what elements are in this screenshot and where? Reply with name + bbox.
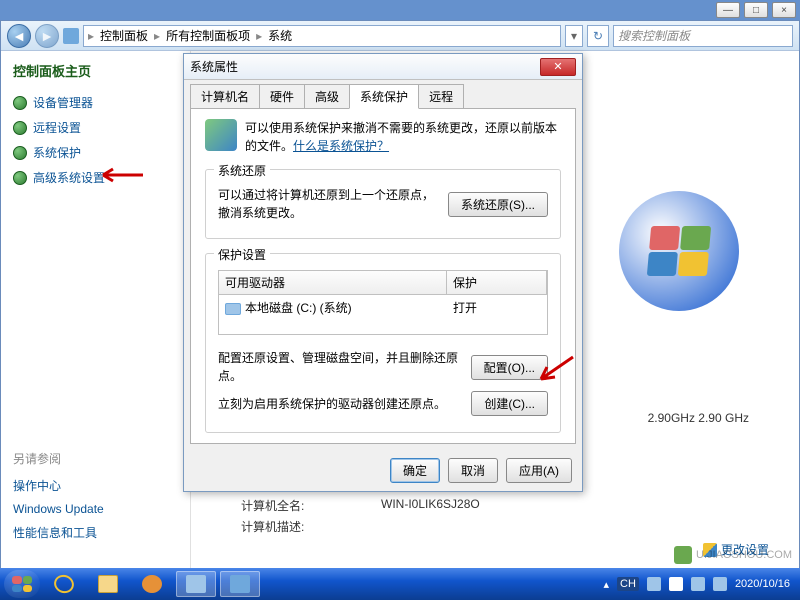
tab-computer-name[interactable]: 计算机名 bbox=[190, 84, 260, 109]
info-label: 计算机描述: bbox=[241, 518, 381, 535]
configure-text: 配置还原设置、管理磁盘空间，并且删除还原点。 bbox=[218, 349, 461, 385]
taskbar-media[interactable] bbox=[132, 571, 172, 597]
shield-icon bbox=[13, 121, 27, 135]
sidebar-link-label: 设备管理器 bbox=[33, 94, 93, 111]
taskbar: ▴ CH 2020/10/16 bbox=[0, 568, 800, 600]
system-restore-group: 系统还原 可以通过将计算机还原到上一个还原点，撤消系统更改。 系统还原(S)..… bbox=[205, 169, 561, 239]
breadcrumb[interactable]: ▸ 控制面板 ▸ 所有控制面板项 ▸ 系统 bbox=[83, 25, 561, 47]
change-settings-link[interactable]: 更改设置 bbox=[703, 541, 769, 558]
table-header-drive: 可用驱动器 bbox=[219, 271, 447, 294]
info-row: 计算机描述: bbox=[241, 518, 769, 535]
see-also-performance[interactable]: 性能信息和工具 bbox=[13, 520, 178, 545]
dialog-title: 系统属性 bbox=[190, 58, 238, 75]
chevron-right-icon: ▸ bbox=[154, 29, 160, 43]
description-text: 可以使用系统保护来撤消不需要的系统更改，还原以前版本的文件。什么是系统保护？ bbox=[245, 119, 561, 155]
sidebar-link-label: 远程设置 bbox=[33, 119, 81, 136]
change-settings-label: 更改设置 bbox=[721, 541, 769, 558]
sidebar-remote-settings[interactable]: 远程设置 bbox=[13, 115, 178, 140]
configure-button[interactable]: 配置(O)... bbox=[471, 355, 548, 380]
info-row: 计算机全名: WIN-I0LIK6SJ28O bbox=[241, 497, 769, 514]
sidebar-link-label: 系统保护 bbox=[33, 144, 81, 161]
address-icon bbox=[63, 28, 79, 44]
dropdown-button[interactable]: ▾ bbox=[565, 25, 583, 47]
apply-button[interactable]: 应用(A) bbox=[506, 458, 572, 483]
search-input[interactable]: 搜索控制面板 bbox=[613, 25, 793, 47]
sidebar-home[interactable]: 控制面板主页 bbox=[13, 61, 178, 80]
protection-icon bbox=[205, 119, 237, 151]
what-is-protection-link[interactable]: 什么是系统保护？ bbox=[293, 139, 389, 153]
dialog-close-button[interactable]: ✕ bbox=[540, 58, 576, 76]
tab-strip: 计算机名 硬件 高级 系统保护 远程 bbox=[184, 80, 582, 109]
clock[interactable]: 2020/10/16 bbox=[735, 578, 790, 590]
tab-hardware[interactable]: 硬件 bbox=[259, 84, 305, 109]
tab-advanced[interactable]: 高级 bbox=[304, 84, 350, 109]
chevron-right-icon: ▸ bbox=[88, 29, 94, 43]
tab-body: 可以使用系统保护来撤消不需要的系统更改，还原以前版本的文件。什么是系统保护？ 系… bbox=[190, 108, 576, 444]
cpu-info: 2.90GHz 2.90 GHz bbox=[648, 411, 749, 425]
taskbar-control-panel[interactable] bbox=[176, 571, 216, 597]
flag-icon[interactable] bbox=[669, 577, 683, 591]
sidebar-system-protection[interactable]: 系统保护 bbox=[13, 140, 178, 165]
drive-name: 本地磁盘 (C:) (系统) bbox=[245, 301, 352, 315]
crumb-0[interactable]: 控制面板 bbox=[98, 27, 150, 44]
cancel-button[interactable]: 取消 bbox=[448, 458, 498, 483]
shield-icon bbox=[13, 96, 27, 110]
group-title: 系统还原 bbox=[214, 162, 270, 179]
chevron-right-icon: ▸ bbox=[256, 29, 262, 43]
titlebar: ◄ ► ▸ 控制面板 ▸ 所有控制面板项 ▸ 系统 ▾ ↻ 搜索控制面板 bbox=[1, 21, 799, 51]
maximize-button[interactable]: □ bbox=[744, 2, 768, 18]
tray-expand-icon[interactable]: ▴ bbox=[604, 578, 610, 591]
shield-icon bbox=[13, 146, 27, 160]
minimize-button[interactable]: — bbox=[716, 2, 740, 18]
crumb-2[interactable]: 系统 bbox=[266, 27, 294, 44]
see-also-heading: 另请参阅 bbox=[13, 450, 178, 467]
see-also-action-center[interactable]: 操作中心 bbox=[13, 473, 178, 498]
windows-logo bbox=[619, 191, 739, 311]
sidebar: 控制面板主页 设备管理器 远程设置 系统保护 高级系统设置 另请参阅 操作中心 … bbox=[1, 51, 191, 569]
see-also-windows-update[interactable]: Windows Update bbox=[13, 498, 178, 520]
taskbar-ie[interactable] bbox=[44, 571, 84, 597]
protection-settings-group: 保护设置 可用驱动器 保护 本地磁盘 (C:) (系统) 打开 配置还原设置、管… bbox=[205, 253, 561, 433]
info-label: 计算机全名: bbox=[241, 497, 381, 514]
close-button[interactable]: × bbox=[772, 2, 796, 18]
volume-icon[interactable] bbox=[713, 577, 727, 591]
taskbar-system-properties[interactable] bbox=[220, 571, 260, 597]
drive-status: 打开 bbox=[447, 295, 547, 320]
sidebar-device-manager[interactable]: 设备管理器 bbox=[13, 90, 178, 115]
tab-system-protection[interactable]: 系统保护 bbox=[349, 84, 419, 109]
sidebar-advanced-settings[interactable]: 高级系统设置 bbox=[13, 165, 178, 190]
keyboard-icon[interactable] bbox=[647, 577, 661, 591]
create-button[interactable]: 创建(C)... bbox=[471, 391, 548, 416]
dialog-titlebar: 系统属性 ✕ bbox=[184, 54, 582, 80]
crumb-1[interactable]: 所有控制面板项 bbox=[164, 27, 252, 44]
network-icon[interactable] bbox=[691, 577, 705, 591]
dialog-buttons: 确定 取消 应用(A) bbox=[184, 450, 582, 491]
drive-icon bbox=[225, 303, 241, 315]
taskbar-explorer[interactable] bbox=[88, 571, 128, 597]
table-row[interactable]: 本地磁盘 (C:) (系统) 打开 bbox=[219, 295, 547, 320]
system-tray: ▴ CH 2020/10/16 bbox=[604, 577, 796, 591]
shield-icon bbox=[13, 171, 27, 185]
ok-button[interactable]: 确定 bbox=[390, 458, 440, 483]
shield-icon bbox=[703, 543, 717, 557]
ime-indicator[interactable]: CH bbox=[617, 577, 639, 591]
system-restore-button[interactable]: 系统还原(S)... bbox=[448, 192, 548, 217]
refresh-button[interactable]: ↻ bbox=[587, 25, 609, 47]
create-text: 立刻为启用系统保护的驱动器创建还原点。 bbox=[218, 395, 461, 413]
table-header-protection: 保护 bbox=[447, 271, 547, 294]
system-properties-dialog: 系统属性 ✕ 计算机名 硬件 高级 系统保护 远程 可以使用系统保护来撤消不需要… bbox=[183, 53, 583, 492]
drive-table: 可用驱动器 保护 本地磁盘 (C:) (系统) 打开 bbox=[218, 270, 548, 335]
info-value: WIN-I0LIK6SJ28O bbox=[381, 497, 480, 514]
tab-remote[interactable]: 远程 bbox=[418, 84, 464, 109]
forward-button[interactable]: ► bbox=[35, 24, 59, 48]
back-button[interactable]: ◄ bbox=[7, 24, 31, 48]
start-button[interactable] bbox=[4, 570, 40, 598]
group-title: 保护设置 bbox=[214, 246, 270, 263]
os-window-controls: — □ × bbox=[716, 2, 796, 18]
restore-text: 可以通过将计算机还原到上一个还原点，撤消系统更改。 bbox=[218, 186, 438, 222]
sidebar-link-label: 高级系统设置 bbox=[33, 169, 105, 186]
